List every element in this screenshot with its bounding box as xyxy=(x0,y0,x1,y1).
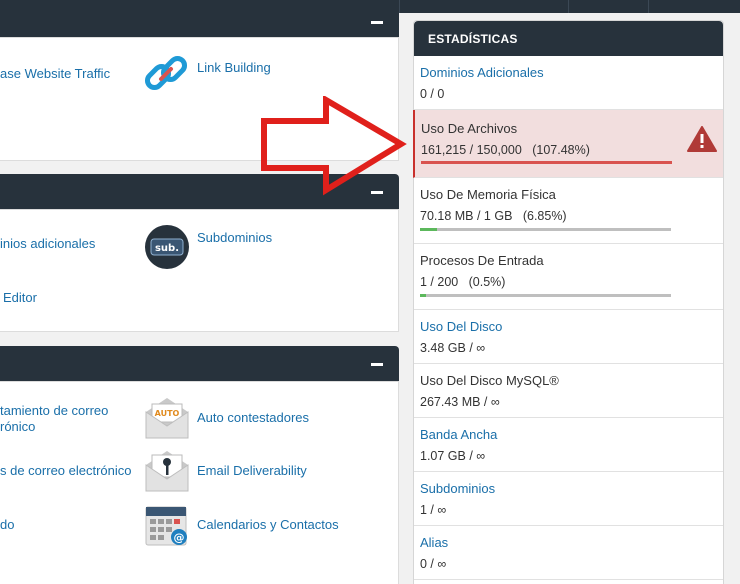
subdomain-icon-text: sub. xyxy=(155,243,179,254)
collapse-button[interactable] xyxy=(371,362,383,366)
usage-bar xyxy=(421,161,672,164)
warning-icon xyxy=(687,126,717,152)
tool-item-calendars-contacts[interactable]: @ Calendarios y Contactos xyxy=(144,503,339,546)
top-header-strip xyxy=(0,0,740,13)
stat-row-addon-domains: Dominios Adicionales 0 / 0 xyxy=(414,56,723,110)
tool-label[interactable]: Subdominios xyxy=(197,230,272,245)
stat-title[interactable]: Uso Del Disco xyxy=(420,319,502,334)
tool-item-subdomains[interactable]: sub. Subdominios xyxy=(144,224,272,269)
stat-row-subdomains: Subdominios 1 / ∞ xyxy=(414,472,723,526)
stat-row-file-usage: Uso De Archivos 161,215 / 150,000 (107.4… xyxy=(413,110,723,178)
stat-title[interactable]: Subdominios xyxy=(420,481,495,496)
stat-title[interactable]: Dominios Adicionales xyxy=(420,65,544,80)
stat-row-memory-usage: Uso De Memoria Física 70.18 MB / 1 GB (6… xyxy=(414,178,723,244)
annotation-arrow-icon xyxy=(261,96,407,196)
stat-value: 1.07 GB / ∞ xyxy=(420,449,486,463)
chain-link-icon xyxy=(144,55,188,91)
tool-label[interactable]: s de correo electrónico xyxy=(0,463,132,478)
stat-title: Procesos De Entrada xyxy=(420,253,544,268)
tool-item-link-building[interactable]: Link Building xyxy=(144,52,271,91)
usage-bar xyxy=(420,228,671,231)
tool-item-email-other[interactable]: do xyxy=(0,517,14,532)
stat-value: 1 / 200 (0.5%) xyxy=(420,275,506,289)
stat-value: 3.48 GB / ∞ xyxy=(420,341,486,355)
auto-icon-text: AUTO xyxy=(155,409,180,418)
svg-text:@: @ xyxy=(174,531,185,544)
autoresponder-envelope-icon: AUTO xyxy=(145,398,189,439)
panel-2: inios adicionales sub. Subdominios Edito… xyxy=(0,209,399,332)
stat-row-mysql-disk: Uso Del Disco MySQL® 267.43 MB / ∞ xyxy=(414,364,723,418)
tool-item-email-deliverability[interactable]: Email Deliverability xyxy=(144,449,307,492)
statistics-panel: ESTADÍSTICAS Dominios Adicionales 0 / 0 … xyxy=(413,20,724,584)
usage-bar xyxy=(420,294,671,297)
collapse-button[interactable] xyxy=(371,21,383,24)
tool-label[interactable]: Link Building xyxy=(197,60,271,75)
tool-label[interactable]: inios adicionales xyxy=(0,236,95,251)
tool-label[interactable]: tamiento de correo rónico xyxy=(0,403,108,435)
tool-label[interactable]: ase Website Traffic xyxy=(0,66,110,81)
stat-title: Uso De Archivos xyxy=(421,121,518,136)
usage-bar-fill xyxy=(420,294,427,297)
stat-title[interactable]: Banda Ancha xyxy=(420,427,497,442)
tool-label[interactable]: Calendarios y Contactos xyxy=(197,517,339,532)
calendar-icon: @ xyxy=(145,506,187,546)
deliverability-key-envelope-icon xyxy=(145,451,189,492)
tool-item-editor[interactable]: Editor xyxy=(3,290,37,305)
subdomain-icon: sub. xyxy=(145,225,189,269)
panel-header-1 xyxy=(0,13,399,37)
stat-title: Uso De Memoria Física xyxy=(420,187,556,202)
top-divider xyxy=(648,0,649,13)
tool-label[interactable]: Auto contestadores xyxy=(197,410,309,425)
top-divider xyxy=(399,0,400,13)
stat-row-aliases: Alias 0 / ∞ xyxy=(414,526,723,580)
tool-label[interactable]: Email Deliverability xyxy=(197,463,307,478)
stat-value: 0 / ∞ xyxy=(420,557,447,571)
stat-value: 1 / ∞ xyxy=(420,503,447,517)
top-divider xyxy=(568,0,569,13)
tool-item-email-accounts[interactable]: s de correo electrónico xyxy=(0,463,132,478)
stat-row-bandwidth: Banda Ancha 1.07 GB / ∞ xyxy=(414,418,723,472)
stat-value: 161,215 / 150,000 (107.48%) xyxy=(421,143,590,157)
stat-value: 0 / 0 xyxy=(420,87,445,101)
tool-label[interactable]: Editor xyxy=(3,290,37,305)
usage-bar-fill xyxy=(420,228,438,231)
tool-item-email-routing[interactable]: tamiento de correo rónico xyxy=(0,403,108,435)
tool-item-website-traffic[interactable]: ase Website Traffic xyxy=(0,66,110,81)
usage-bar-fill xyxy=(421,161,672,164)
tool-label[interactable]: do xyxy=(0,517,14,532)
statistics-title: ESTADÍSTICAS xyxy=(414,21,723,56)
tool-item-autoresponders[interactable]: AUTO Auto contestadores xyxy=(144,396,309,439)
stat-row-disk-usage: Uso Del Disco 3.48 GB / ∞ xyxy=(414,310,723,364)
panel-header-3 xyxy=(0,346,399,381)
stat-title: Uso Del Disco MySQL® xyxy=(420,373,559,388)
stat-row-entry-processes: Procesos De Entrada 1 / 200 (0.5%) xyxy=(414,244,723,310)
panel-3: tamiento de correo rónico AUTO Auto cont… xyxy=(0,381,399,584)
stat-title[interactable]: Alias xyxy=(420,535,448,550)
stat-value: 267.43 MB / ∞ xyxy=(420,395,500,409)
stat-value: 70.18 MB / 1 GB (6.85%) xyxy=(420,209,567,223)
tool-item-addon-domains[interactable]: inios adicionales xyxy=(0,236,95,251)
